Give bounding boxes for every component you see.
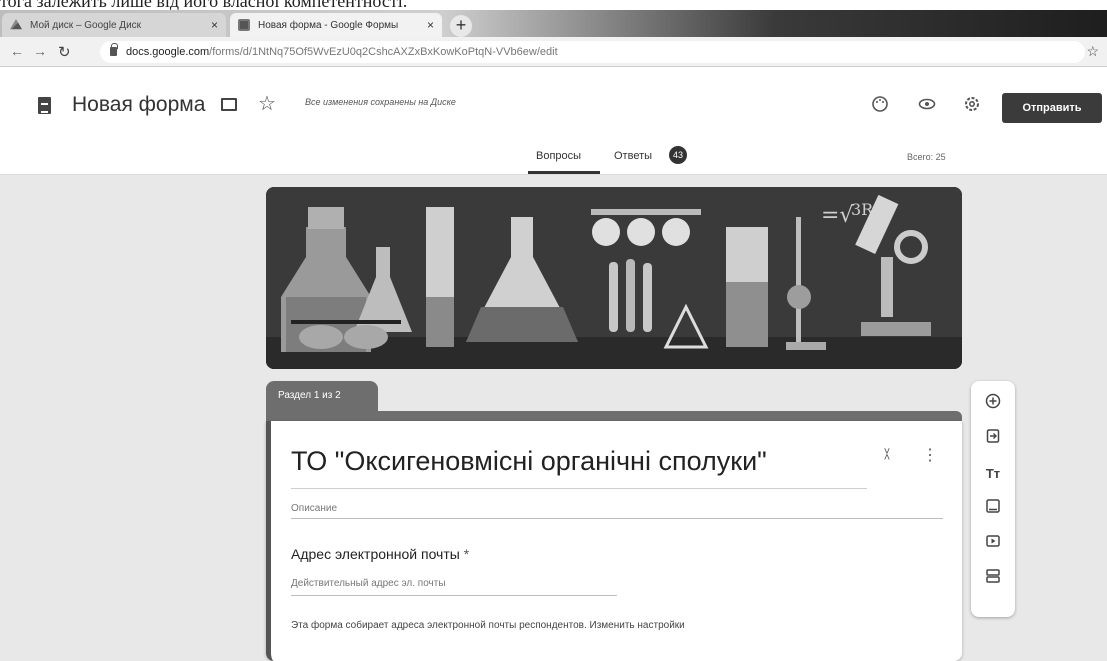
google-drive-icon (10, 19, 22, 30)
section-indicator: Раздел 1 из 2 (266, 381, 378, 415)
tab-label: Мой диск – Google Диск (30, 19, 142, 31)
tab-responses[interactable]: Ответы (614, 150, 652, 162)
url-field[interactable]: docs.google.com/forms/d/1NtNq75Of5WvEzU0… (100, 41, 1085, 63)
url-host: docs.google.com (126, 46, 210, 58)
header-image-chemistry-lab: =√ 3R (266, 187, 962, 369)
section-title[interactable]: ТО "Оксигеновмісні органічні сполуки" (291, 446, 767, 477)
active-tab-indicator (528, 171, 600, 174)
reload-icon[interactable]: ↻ (58, 43, 71, 61)
tab-google-forms[interactable]: Новая форма - Google Формы × (230, 13, 442, 37)
star-icon[interactable]: ☆ (258, 91, 276, 116)
forms-logo-icon[interactable] (38, 97, 51, 114)
section-top-border (266, 411, 962, 421)
folder-icon[interactable] (221, 98, 237, 111)
more-vert-icon[interactable]: ⋮ (922, 448, 938, 464)
change-settings-link[interactable]: Изменить настройки (590, 620, 685, 631)
email-answer-field: Действительный адрес эл. почты (291, 578, 617, 596)
save-status: Все изменения сохранены на Диске (305, 97, 456, 107)
lock-icon (110, 43, 118, 56)
add-image-icon[interactable] (982, 498, 1004, 520)
palette-icon[interactable] (870, 95, 890, 115)
document-text: тога залежить лише від його власної комп… (0, 0, 408, 10)
email-collection-note: Эта форма собирает адреса электронной по… (291, 620, 685, 631)
forward-arrow-icon[interactable]: → (33, 43, 47, 59)
add-title-icon[interactable]: Tт (982, 463, 1004, 485)
send-button[interactable]: Отправить (1002, 93, 1102, 123)
preview-icon[interactable] (917, 95, 937, 115)
description-underline (291, 518, 943, 519)
collapse-section-icon[interactable]: ˅ ˄ (881, 447, 893, 464)
add-video-icon[interactable] (982, 533, 1004, 555)
bookmark-star-icon[interactable]: ☆ (1086, 43, 1099, 60)
form-title[interactable]: Новая форма (72, 93, 205, 117)
tab-google-drive[interactable]: Мой диск – Google Диск × (2, 13, 226, 37)
email-label-text: Адрес электронной почты (291, 546, 460, 562)
section-description-field[interactable]: Описание (291, 503, 337, 514)
tab-label: Новая форма - Google Формы (258, 19, 399, 31)
add-question-icon[interactable] (982, 393, 1004, 415)
required-mark: * (463, 546, 470, 562)
title-underline (291, 488, 867, 489)
note-text: Эта форма собирает адреса электронной по… (291, 620, 587, 631)
total-points: Всего: 25 (907, 152, 946, 162)
back-arrow-icon[interactable]: ← (10, 43, 24, 59)
add-section-icon[interactable] (982, 568, 1004, 590)
url-path: /forms/d/1NtNq75Of5WvEzU0q2CshcAXZxBxKow… (209, 46, 558, 58)
settings-icon[interactable] (962, 95, 982, 115)
close-tab-icon[interactable]: × (427, 18, 434, 32)
browser-address-bar: ← → ↻ docs.google.com/forms/d/1NtNq75Of5… (0, 37, 1107, 67)
tab-questions[interactable]: Вопросы (536, 150, 581, 162)
forms-header: Новая форма ☆ Все изменения сохранены на… (0, 67, 1107, 175)
form-editor-area: =√ 3R Раздел 1 из 2 ТО "Оксигеновмісні о… (0, 175, 1107, 661)
browser-tab-bar: Мой диск – Google Диск × Новая форма - G… (0, 10, 1107, 37)
close-tab-icon[interactable]: × (211, 18, 218, 32)
google-forms-icon (238, 19, 250, 31)
section-card[interactable]: ТО "Оксигеновмісні органічні сполуки" ˅ ˄… (266, 421, 962, 661)
responses-count-badge: 43 (669, 146, 687, 164)
question-toolbar: Tт (971, 381, 1015, 617)
import-questions-icon[interactable] (982, 428, 1004, 450)
new-tab-button[interactable]: + (450, 15, 472, 37)
svg-text:=√: =√ (821, 203, 854, 228)
document-text-strip: тога залежить лише від його власної комп… (0, 0, 1107, 10)
email-question-label: Адрес электронной почты * (291, 546, 469, 562)
